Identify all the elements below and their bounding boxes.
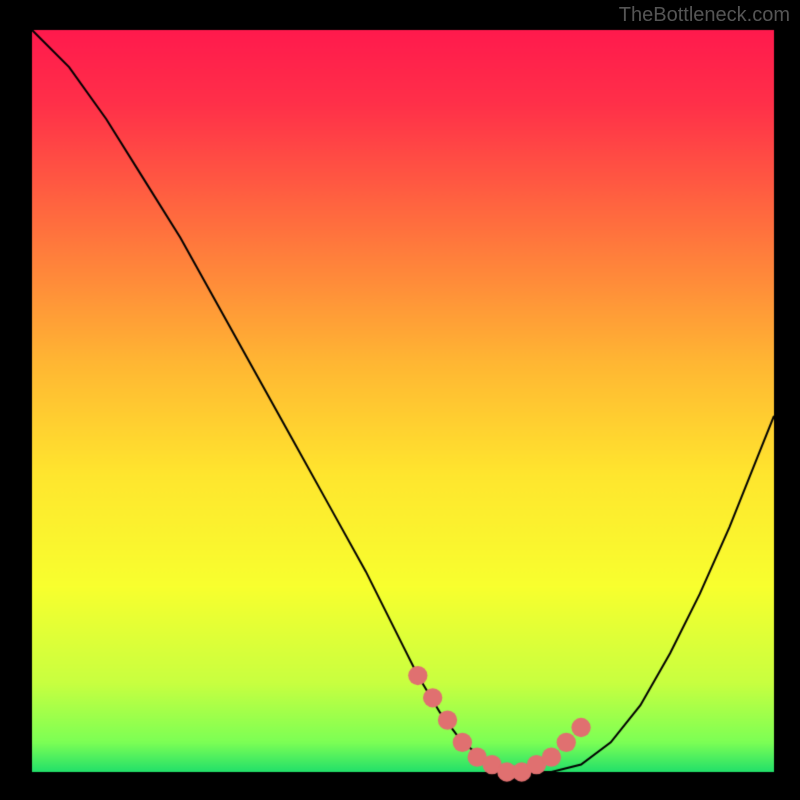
chart-container: TheBottleneck.com — [0, 0, 800, 800]
bottleneck-chart — [0, 0, 800, 800]
